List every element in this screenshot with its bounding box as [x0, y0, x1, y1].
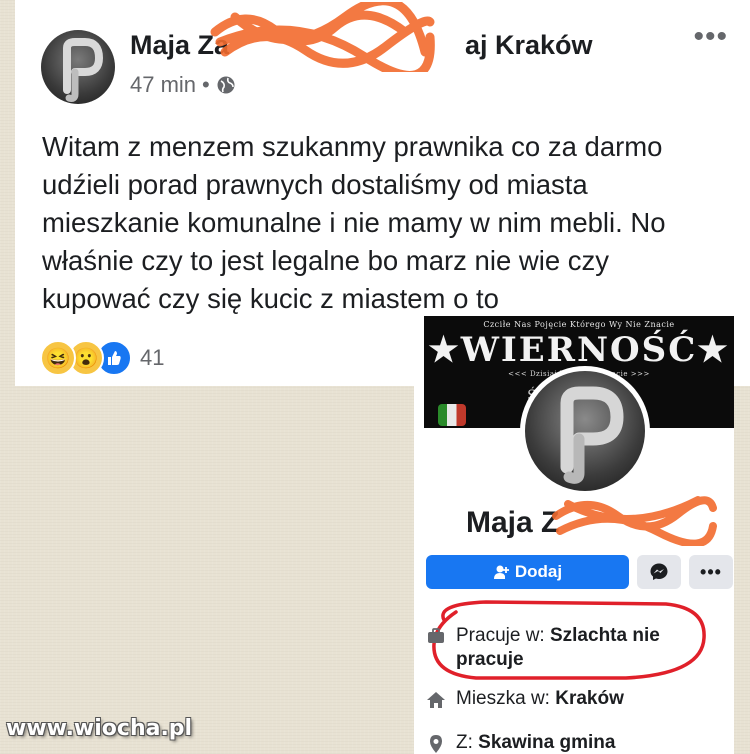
messenger-icon	[650, 563, 668, 580]
profile-card: Czciłe Nas Pojęcie Którego Wy Nie Znacie…	[414, 316, 734, 754]
city-value[interactable]: Kraków	[555, 688, 624, 709]
from-value[interactable]: Skawina gmina	[478, 732, 615, 753]
location-pin-icon	[430, 735, 442, 753]
profile-name: Maja Z	[466, 506, 560, 539]
city-prefix: Mieszka w:	[456, 688, 556, 709]
author-avatar[interactable]	[41, 30, 115, 104]
info-work: Pracuje w: Szlachta nie pracuje	[426, 624, 686, 672]
laugh-emoji-icon: 😆	[40, 340, 76, 376]
site-watermark: www.wiocha.pl	[6, 716, 193, 741]
reactions-bar[interactable]: 😆 😮 41	[40, 340, 164, 376]
info-city: Mieszka w: Kraków	[426, 688, 624, 710]
post-menu-button[interactable]: •••	[693, 20, 728, 54]
info-from: Z: Skawina gmina	[426, 732, 615, 754]
briefcase-icon	[428, 628, 444, 643]
post-meta: 47 min •	[130, 72, 236, 98]
profile-avatar[interactable]	[520, 366, 650, 496]
redaction-scribble	[210, 2, 435, 72]
add-friend-button[interactable]: Dodaj	[426, 555, 629, 589]
cover-title: ★WIERNOŚĆ★	[428, 330, 730, 370]
more-options-button[interactable]: •••	[689, 555, 733, 589]
reaction-count[interactable]: 41	[140, 345, 164, 371]
add-friend-label: Dodaj	[514, 562, 563, 581]
work-prefix: Pracuje w:	[456, 625, 550, 646]
group-name[interactable]: aj Kraków	[465, 30, 593, 61]
post-time[interactable]: 47 min	[130, 72, 196, 98]
home-icon	[427, 692, 445, 708]
redaction-scribble	[552, 496, 717, 546]
from-prefix: Z:	[456, 732, 479, 753]
crest-icon	[438, 404, 466, 426]
meta-separator: •	[202, 72, 210, 97]
post-body: Witam z menzem szukanmy prawnika co za d…	[42, 131, 666, 314]
globe-icon	[216, 75, 236, 95]
add-friend-icon	[493, 565, 509, 579]
messenger-button[interactable]	[637, 555, 681, 589]
cover-top-text: Czciłe Nas Pojęcie Którego Wy Nie Znacie	[483, 320, 675, 329]
